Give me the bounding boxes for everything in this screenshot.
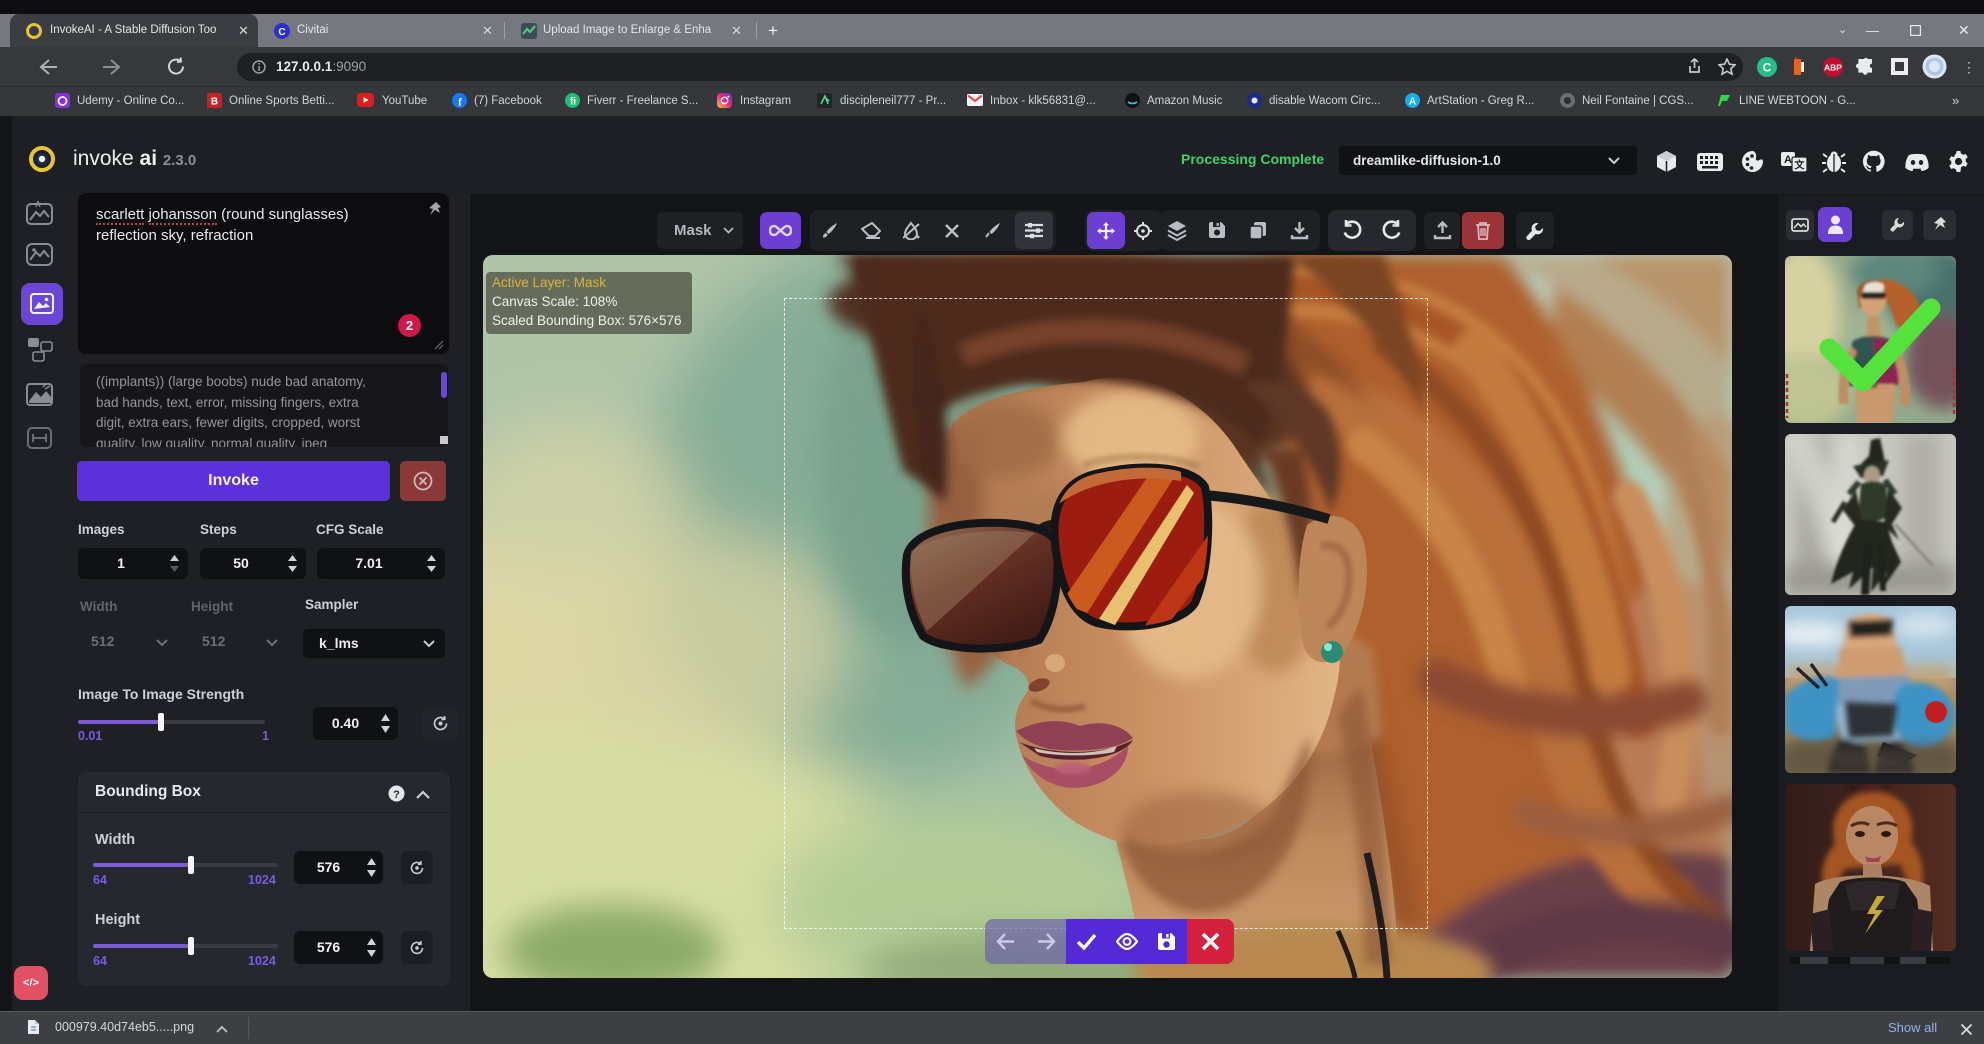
svg-text:C: C bbox=[1763, 61, 1772, 75]
svg-text:A: A bbox=[1409, 97, 1416, 108]
svg-text:fi: fi bbox=[570, 97, 576, 108]
svg-text:?: ? bbox=[393, 789, 400, 801]
svg-text:A: A bbox=[1784, 154, 1792, 166]
svg-text:文: 文 bbox=[1795, 159, 1806, 172]
svg-text:f: f bbox=[458, 97, 462, 109]
svg-text:ABP: ABP bbox=[1824, 63, 1842, 73]
svg-text:A: A bbox=[35, 200, 41, 209]
svg-text:C: C bbox=[278, 27, 285, 38]
svg-text:B: B bbox=[211, 97, 218, 108]
